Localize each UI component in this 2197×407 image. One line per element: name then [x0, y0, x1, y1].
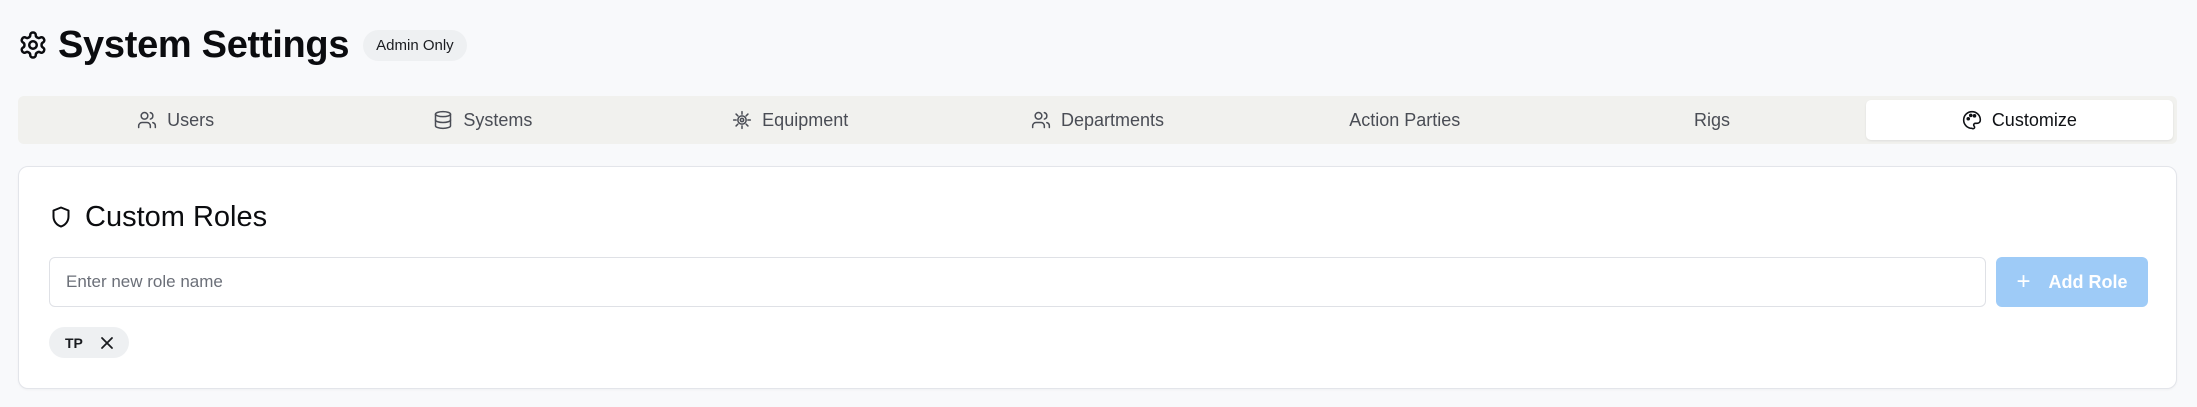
- tab-rigs[interactable]: Rigs: [1558, 100, 1865, 140]
- tab-label: Users: [167, 109, 215, 130]
- system-settings-page: System Settings Admin Only Users Systems: [0, 0, 2197, 407]
- tab-label: Systems: [463, 109, 533, 130]
- admin-only-badge: Admin Only: [363, 29, 467, 61]
- gear-icon: [18, 30, 48, 60]
- close-icon[interactable]: [99, 335, 115, 351]
- tab-users[interactable]: Users: [22, 100, 329, 140]
- settings-tabs: Users Systems Equipment Departments Acti…: [18, 96, 2177, 144]
- card-header: Custom Roles: [49, 197, 267, 237]
- card-title: Custom Roles: [85, 200, 268, 233]
- tab-equipment[interactable]: Equipment: [637, 100, 944, 140]
- users-icon: [137, 110, 157, 130]
- database-icon: [433, 110, 453, 130]
- tab-label: Equipment: [762, 109, 849, 130]
- tab-label: Action Parties: [1349, 109, 1461, 130]
- plus-icon: +: [2016, 268, 2031, 295]
- role-chip-label: TP: [65, 334, 83, 351]
- tab-action-parties[interactable]: Action Parties: [1251, 100, 1558, 140]
- tab-label: Departments: [1060, 109, 1164, 130]
- palette-icon: [1962, 110, 1982, 130]
- tab-label: Customize: [1991, 109, 2077, 130]
- add-role-label: Add Role: [2048, 271, 2128, 292]
- tab-customize[interactable]: Customize: [1865, 100, 2173, 140]
- tab-label: Rigs: [1694, 109, 1731, 130]
- role-chip: TP: [49, 327, 129, 358]
- add-role-button[interactable]: + Add Role: [1996, 257, 2148, 307]
- tab-departments[interactable]: Departments: [944, 100, 1251, 140]
- cog-icon: [732, 110, 752, 130]
- custom-roles-card: Custom Roles + Add Role TP: [18, 166, 2177, 389]
- users-icon: [1031, 110, 1051, 130]
- new-role-input[interactable]: [49, 257, 1986, 307]
- page-header: System Settings Admin Only: [18, 22, 467, 68]
- page-title: System Settings: [58, 23, 350, 66]
- tab-systems[interactable]: Systems: [329, 100, 636, 140]
- shield-icon: [49, 205, 73, 229]
